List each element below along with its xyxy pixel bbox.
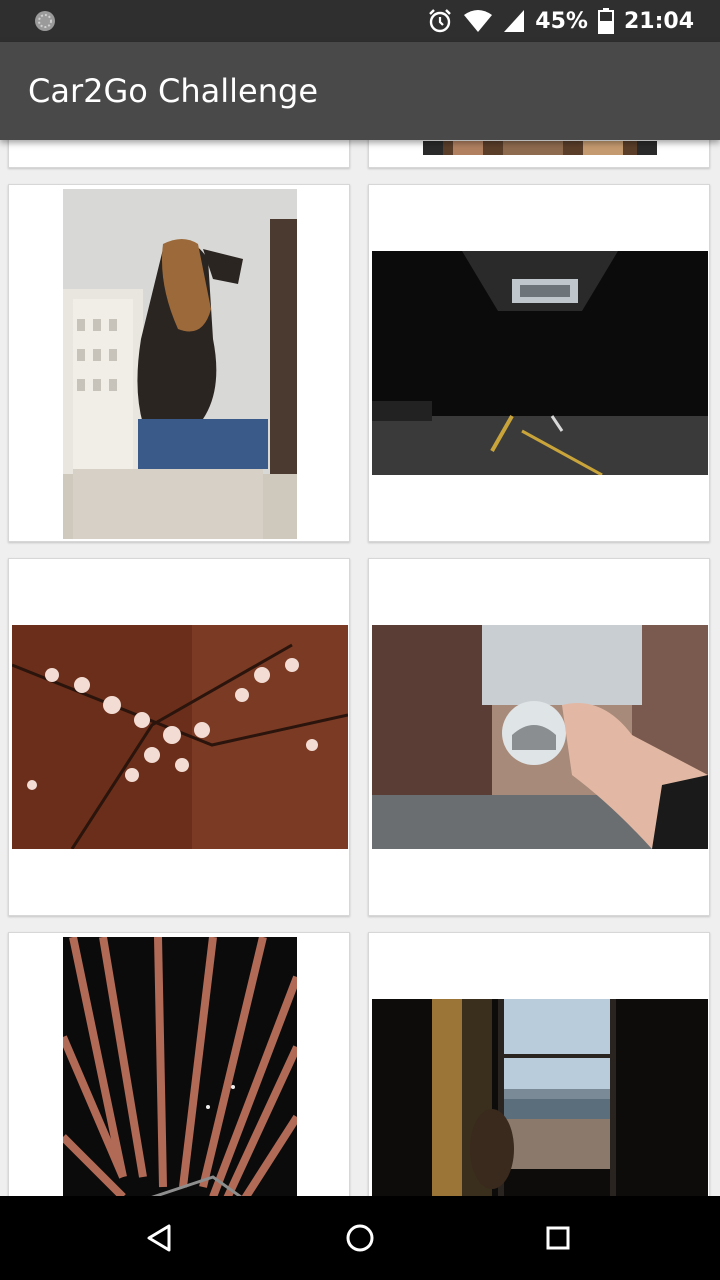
app-title: Car2Go Challenge [28,72,318,110]
wifi-icon [464,10,493,32]
sync-icon [35,11,55,31]
photo-card[interactable] [8,558,350,916]
status-bar: 45% 21:04 [0,0,720,42]
photo-thumbnail [372,625,708,849]
photo-thumbnail [63,937,297,1196]
photo-card[interactable] [368,558,710,916]
battery-icon [597,8,614,34]
photo-card[interactable] [368,140,710,168]
recents-icon[interactable] [538,1218,578,1258]
photo-card[interactable] [8,932,350,1196]
photo-thumbnail [372,251,708,475]
photo-thumbnail [423,141,657,155]
photo-card[interactable] [368,184,710,542]
battery-percent: 45% [535,8,588,34]
photo-card[interactable] [8,184,350,542]
cellular-signal-icon [504,10,525,32]
photo-thumbnail [12,625,348,849]
photo-thumbnail [63,189,297,539]
app-bar: Car2Go Challenge [0,42,720,140]
home-icon[interactable] [340,1218,380,1258]
navigation-bar [0,1196,720,1280]
clock: 21:04 [623,8,694,34]
alarm-icon [429,9,452,33]
photo-thumbnail [372,999,708,1196]
photo-card[interactable] [8,140,350,168]
photo-card[interactable] [368,932,710,1196]
back-icon[interactable] [140,1218,180,1258]
photo-grid[interactable] [0,140,720,1196]
